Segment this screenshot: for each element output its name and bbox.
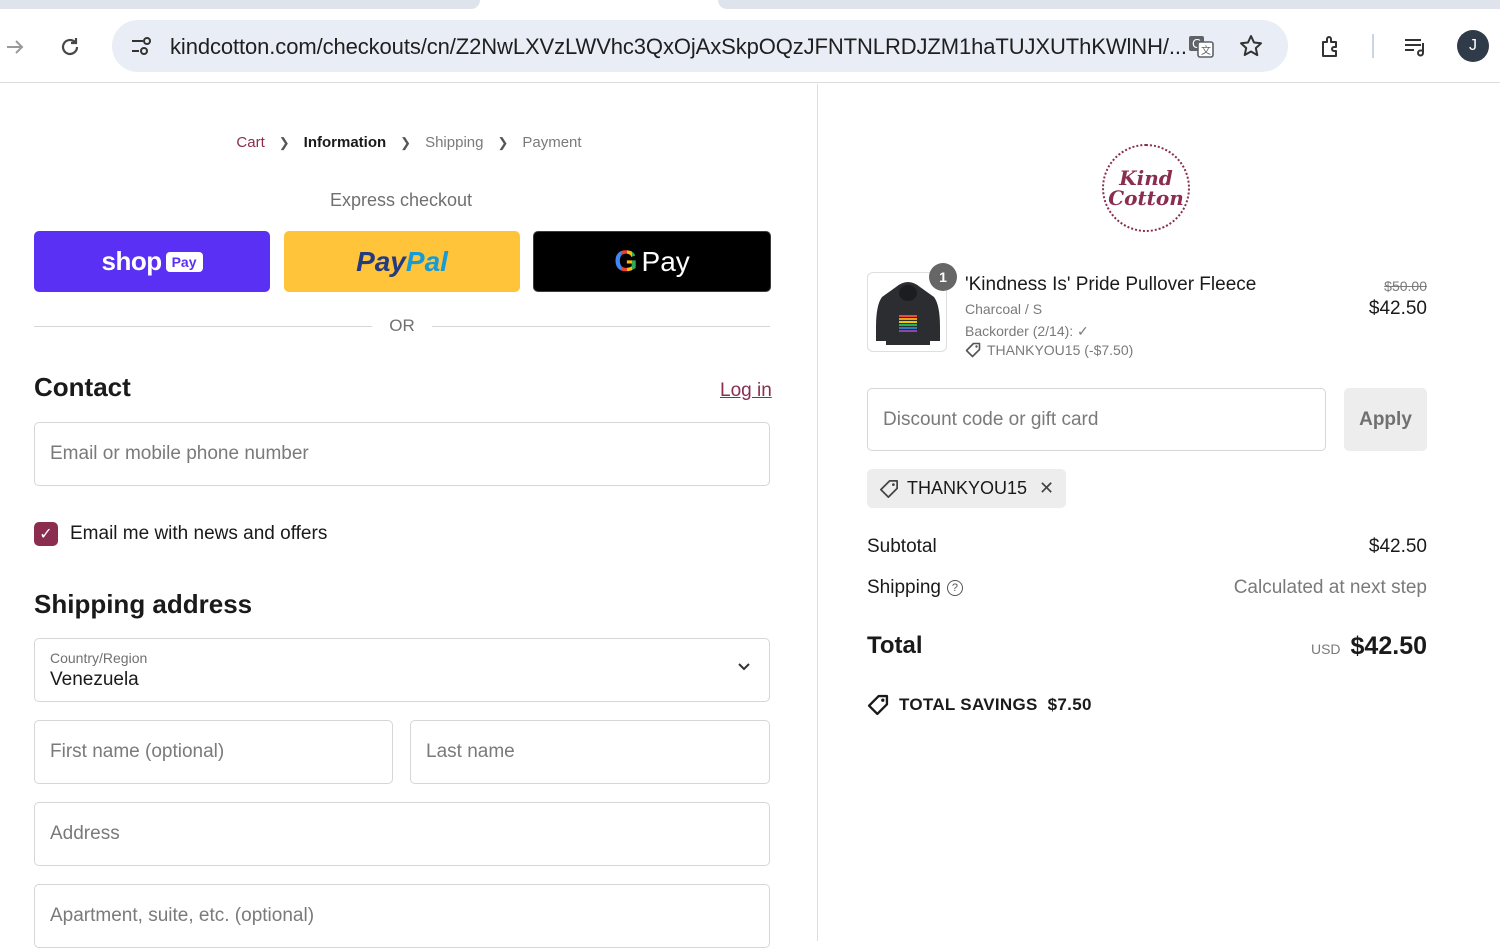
breadcrumb-information: Information xyxy=(303,134,387,151)
total-currency: USD xyxy=(1310,641,1341,657)
product-variant: Charcoal / S xyxy=(965,301,1043,317)
tag-icon xyxy=(965,342,981,358)
divider-line xyxy=(432,326,770,327)
google-g-icon: G xyxy=(614,244,638,278)
subtotal-label: Subtotal xyxy=(867,536,937,557)
product-discount-text: THANKYOU15 (-$7.50) xyxy=(987,342,1134,358)
shipping-label: Shipping xyxy=(867,577,941,598)
address-field[interactable] xyxy=(34,802,770,866)
url-text[interactable]: kindcotton.com/checkouts/cn/Z2NwLXVzLWVh… xyxy=(170,34,1187,60)
tag-icon xyxy=(880,479,898,498)
product-name: 'Kindness Is' Pride Pullover Fleece xyxy=(965,274,1257,295)
final-price: $42.50 xyxy=(1368,298,1427,319)
subtotal-value: $42.50 xyxy=(1368,536,1427,557)
google-pay-label: Pay xyxy=(641,245,690,277)
or-divider: OR xyxy=(34,314,770,338)
total-savings-value: $7.50 xyxy=(1047,695,1092,714)
extensions-icon[interactable] xyxy=(1316,32,1346,62)
chevron-right-icon: ❯ xyxy=(400,134,412,150)
quantity-badge: 1 xyxy=(929,263,957,291)
address-bar[interactable]: kindcotton.com/checkouts/cn/Z2NwLXVzLWVh… xyxy=(112,20,1288,72)
breadcrumb-shipping: Shipping xyxy=(425,134,484,151)
first-name-input[interactable] xyxy=(35,721,392,783)
discount-code-field[interactable] xyxy=(867,388,1326,451)
shipping-label-row: Shipping? xyxy=(867,577,963,599)
country-value: Venezuela xyxy=(50,669,139,690)
svg-text:文: 文 xyxy=(1201,44,1211,57)
total-savings: TOTAL SAVINGS $7.50 xyxy=(867,694,1092,716)
address-input[interactable] xyxy=(35,803,769,865)
remove-discount-close-icon[interactable]: ✕ xyxy=(1039,478,1054,499)
shipping-address-heading: Shipping address xyxy=(34,589,253,619)
shipping-value: Calculated at next step xyxy=(1233,577,1427,598)
shop-pay-logo: shop xyxy=(101,246,162,276)
apartment-input[interactable] xyxy=(35,885,769,947)
order-summary-column: Kind Cotton 1 'Kindness Is' Pride Pullov… xyxy=(818,84,1500,941)
or-label: OR xyxy=(389,316,415,335)
total-savings-label: TOTAL SAVINGS xyxy=(899,695,1038,714)
divider-line xyxy=(34,326,372,327)
paypal-logo-part2: Pal xyxy=(405,245,448,277)
savings-tag-icon xyxy=(867,694,889,716)
log-in-link[interactable]: Log in xyxy=(720,380,772,402)
breadcrumb: Cart ❯ Information ❯ Shipping ❯ Payment xyxy=(0,134,818,151)
country-label: Country/Region xyxy=(50,650,148,666)
product-discount-line: THANKYOU15 (-$7.50) xyxy=(965,342,1133,358)
checkout-page: Cart ❯ Information ❯ Shipping ❯ Payment … xyxy=(0,84,1500,948)
chevron-down-icon xyxy=(737,659,751,677)
contact-heading: Contact xyxy=(34,372,131,402)
discount-code-input[interactable] xyxy=(868,389,1325,450)
reload-icon[interactable] xyxy=(55,32,85,62)
last-name-field[interactable] xyxy=(410,720,770,784)
product-backorder: Backorder (2/14): ✓ xyxy=(965,323,1089,339)
translate-icon[interactable]: G文 xyxy=(1186,31,1216,61)
total-amount: $42.50 xyxy=(1350,632,1427,660)
logo-line2: Cotton xyxy=(1108,186,1184,210)
email-field[interactable] xyxy=(34,422,770,486)
total-label: Total xyxy=(867,632,923,659)
profile-avatar[interactable]: J xyxy=(1457,30,1489,62)
applied-discount-tag: THANKYOU15 ✕ xyxy=(867,469,1067,508)
newsletter-checkbox-row[interactable]: ✓ Email me with news and offers xyxy=(34,522,327,546)
google-pay-button[interactable]: G Pay xyxy=(533,231,771,292)
browser-toolbar: kindcotton.com/checkouts/cn/Z2NwLXVzLWVh… xyxy=(0,10,1500,83)
country-select[interactable]: Country/Region Venezuela xyxy=(34,638,770,702)
applied-discount-code: THANKYOU15 xyxy=(907,478,1028,498)
apartment-field[interactable] xyxy=(34,884,770,948)
reading-list-icon[interactable] xyxy=(1400,32,1430,62)
newsletter-label[interactable]: Email me with news and offers xyxy=(70,523,327,545)
paypal-logo-part1: Pay xyxy=(356,245,406,277)
browser-tab[interactable] xyxy=(0,0,480,9)
site-info-icon[interactable] xyxy=(126,31,156,61)
email-input[interactable] xyxy=(35,423,769,485)
kind-cotton-logo[interactable]: Kind Cotton xyxy=(1102,144,1190,232)
express-checkout-label: Express checkout xyxy=(329,190,473,210)
apply-discount-button[interactable]: Apply xyxy=(1344,388,1427,451)
breadcrumb-cart[interactable]: Cart xyxy=(236,134,264,151)
bookmark-star-icon[interactable] xyxy=(1236,31,1266,61)
browser-tab[interactable] xyxy=(718,0,1500,9)
shop-pay-button[interactable]: shop Pay xyxy=(34,231,270,292)
forward-icon[interactable] xyxy=(0,32,30,62)
total-value-group: USD $42.50 xyxy=(1311,632,1427,661)
logo-line1: Kind xyxy=(1119,166,1173,190)
tab-strip xyxy=(0,0,1500,10)
toolbar-separator xyxy=(1372,34,1374,58)
chevron-right-icon: ❯ xyxy=(278,134,290,150)
checkout-form-column: Cart ❯ Information ❯ Shipping ❯ Payment … xyxy=(0,84,818,948)
shop-pay-pill: Pay xyxy=(165,251,203,272)
help-question-icon[interactable]: ? xyxy=(946,580,963,596)
paypal-button[interactable]: Pay Pal xyxy=(284,231,520,292)
newsletter-checkbox[interactable]: ✓ xyxy=(34,522,58,546)
first-name-field[interactable] xyxy=(34,720,393,784)
breadcrumb-payment: Payment xyxy=(522,134,582,151)
original-price: $50.00 xyxy=(1384,278,1427,294)
last-name-input[interactable] xyxy=(411,721,769,783)
chevron-right-icon: ❯ xyxy=(497,134,509,150)
